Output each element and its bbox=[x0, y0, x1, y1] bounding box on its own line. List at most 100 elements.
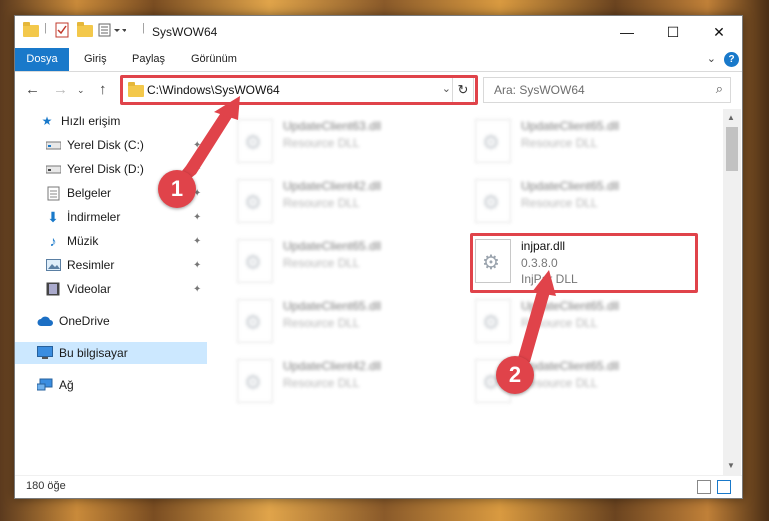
file-name: UpdateClient65.dll bbox=[521, 119, 620, 133]
sidebar-item-label: İndirmeler bbox=[67, 210, 121, 224]
cloud-icon bbox=[37, 314, 53, 328]
pin-icon: ✦ bbox=[193, 283, 202, 295]
maximize-button[interactable]: ☐ bbox=[650, 16, 696, 48]
window-title: SysWOW64 bbox=[152, 25, 218, 39]
sidebar-item-label: Resimler bbox=[67, 258, 115, 272]
file-item[interactable]: UpdateClient42.dll Resource DLL bbox=[237, 357, 463, 407]
dll-file-icon bbox=[475, 179, 511, 223]
sidebar-item-label: Bu bilgisayar bbox=[59, 346, 128, 360]
dll-file-icon bbox=[237, 179, 273, 223]
file-item[interactable]: UpdateClient65.dll Resource DLL bbox=[237, 297, 463, 347]
sidebar-item-label: Hızlı erişim bbox=[61, 114, 121, 128]
sidebar-item-label: Ağ bbox=[59, 378, 74, 392]
file-item[interactable]: UpdateClient65.dll Resource DLL bbox=[475, 117, 701, 167]
dll-file-icon bbox=[475, 119, 511, 163]
computer-icon bbox=[37, 346, 53, 360]
expand-ribbon-chevron-icon[interactable]: ⌄ bbox=[707, 52, 716, 65]
network-icon bbox=[37, 378, 53, 392]
file-name: UpdateClient42.dll bbox=[283, 179, 382, 193]
folder-icon bbox=[23, 22, 39, 37]
scroll-down-icon[interactable]: ▼ bbox=[727, 461, 735, 470]
tab-file[interactable]: Dosya bbox=[15, 48, 69, 71]
search-icon: ⌕ bbox=[715, 81, 723, 96]
sidebar-item-quick-access[interactable]: ★ Hızlı erişim bbox=[15, 110, 207, 132]
explorer-window: | | SysWOW64 — ☐ ✕ Dosya Giriş Paylaş Gö… bbox=[14, 15, 743, 499]
sidebar-item-label: Videolar bbox=[67, 282, 111, 296]
file-item[interactable]: UpdateClient65.dll Resource DLL bbox=[237, 237, 463, 287]
new-folder-icon[interactable] bbox=[77, 22, 93, 37]
file-name: UpdateClient65.dll bbox=[521, 299, 620, 313]
sidebar-item-downloads[interactable]: ⬇ İndirmeler ✦ bbox=[15, 206, 207, 228]
pin-icon: ✦ bbox=[193, 163, 202, 175]
star-icon: ★ bbox=[41, 114, 53, 128]
drive-icon bbox=[45, 162, 61, 176]
forward-arrow-icon[interactable]: → bbox=[53, 81, 68, 98]
recent-locations-chevron-icon[interactable]: ⌄ bbox=[77, 85, 85, 96]
sidebar-item-local-disk-c[interactable]: Yerel Disk (C:) ✦ bbox=[15, 134, 207, 156]
file-highlight-box bbox=[470, 233, 698, 293]
navigation-pane: ★ Hızlı erişim Yerel Disk (C:) ✦ Yerel D… bbox=[15, 109, 207, 475]
file-description: Resource DLL bbox=[283, 376, 360, 390]
sidebar-item-label: OneDrive bbox=[59, 314, 110, 328]
pin-icon: ✦ bbox=[193, 259, 202, 271]
properties-icon[interactable] bbox=[55, 22, 69, 38]
callout-badge-2: 2 bbox=[496, 356, 534, 394]
status-bar: 180 öğe bbox=[15, 475, 742, 498]
close-button[interactable]: ✕ bbox=[696, 16, 742, 48]
search-input[interactable]: Ara: SysWOW64 bbox=[494, 83, 585, 97]
sidebar-item-pictures[interactable]: Resimler ✦ bbox=[15, 254, 207, 276]
dll-file-icon bbox=[237, 299, 273, 343]
pin-icon: ✦ bbox=[193, 139, 202, 151]
file-description: Resource DLL bbox=[521, 196, 598, 210]
sidebar-item-videos[interactable]: Videolar ✦ bbox=[15, 278, 207, 300]
title-bar: | | SysWOW64 — ☐ ✕ bbox=[15, 16, 742, 48]
sidebar-item-label: Yerel Disk (D:) bbox=[67, 162, 144, 176]
dll-file-icon bbox=[237, 119, 273, 163]
sidebar-item-music[interactable]: ♪ Müzik ✦ bbox=[15, 230, 207, 252]
sidebar-item-label: Müzik bbox=[67, 234, 99, 248]
callout-badge-1: 1 bbox=[158, 170, 196, 208]
tab-view[interactable]: Görünüm bbox=[191, 48, 237, 71]
up-arrow-icon[interactable]: ↑ bbox=[99, 81, 107, 98]
sidebar-item-label: Belgeler bbox=[67, 186, 112, 200]
documents-icon bbox=[45, 186, 61, 200]
dll-file-icon bbox=[475, 299, 511, 343]
file-item[interactable]: UpdateClient65.dll Resource DLL bbox=[475, 297, 701, 347]
pictures-icon bbox=[45, 258, 61, 272]
file-description: Resource DLL bbox=[283, 256, 360, 270]
sidebar-item-onedrive[interactable]: OneDrive bbox=[15, 310, 207, 332]
customize-toolbar-icon[interactable] bbox=[98, 22, 126, 38]
scroll-up-icon[interactable]: ▲ bbox=[727, 113, 735, 122]
search-box[interactable]: Ara: SysWOW64 ⌕ bbox=[483, 77, 731, 103]
vertical-scrollbar[interactable]: ▲ ▼ bbox=[723, 109, 741, 475]
file-description: Resource DLL bbox=[283, 136, 360, 150]
sidebar-item-label: Yerel Disk (C:) bbox=[67, 138, 144, 152]
sidebar-item-this-pc[interactable]: Bu bilgisayar bbox=[15, 342, 207, 364]
large-icons-view-icon[interactable] bbox=[717, 480, 731, 494]
help-icon[interactable]: ? bbox=[724, 52, 739, 67]
file-name: UpdateClient65.dll bbox=[283, 299, 382, 313]
file-description: Resource DLL bbox=[283, 316, 360, 330]
file-description: Resource DLL bbox=[521, 136, 598, 150]
item-count: 180 öğe bbox=[26, 480, 66, 492]
file-item[interactable]: UpdateClient65.dll Resource DLL bbox=[475, 177, 701, 227]
dll-file-icon bbox=[237, 239, 273, 283]
file-item[interactable]: UpdateClient42.dll Resource DLL bbox=[237, 177, 463, 227]
back-arrow-icon[interactable]: ← bbox=[25, 81, 40, 98]
separator: | bbox=[142, 22, 145, 34]
scroll-thumb[interactable] bbox=[726, 127, 738, 171]
file-description: Resource DLL bbox=[521, 316, 598, 330]
file-name: UpdateClient63.dll bbox=[283, 119, 382, 133]
minimize-button[interactable]: — bbox=[604, 16, 650, 48]
file-item[interactable]: UpdateClient63.dll Resource DLL bbox=[237, 117, 463, 167]
dll-file-icon bbox=[237, 359, 273, 403]
sidebar-item-network[interactable]: Ağ bbox=[15, 374, 207, 396]
tab-share[interactable]: Paylaş bbox=[132, 48, 165, 71]
videos-icon bbox=[45, 282, 61, 296]
download-icon: ⬇ bbox=[47, 208, 59, 225]
drive-icon bbox=[45, 138, 61, 152]
details-view-icon[interactable] bbox=[697, 480, 711, 494]
file-description: Resource DLL bbox=[283, 196, 360, 210]
tab-home[interactable]: Giriş bbox=[84, 48, 107, 71]
pin-icon: ✦ bbox=[193, 235, 202, 247]
